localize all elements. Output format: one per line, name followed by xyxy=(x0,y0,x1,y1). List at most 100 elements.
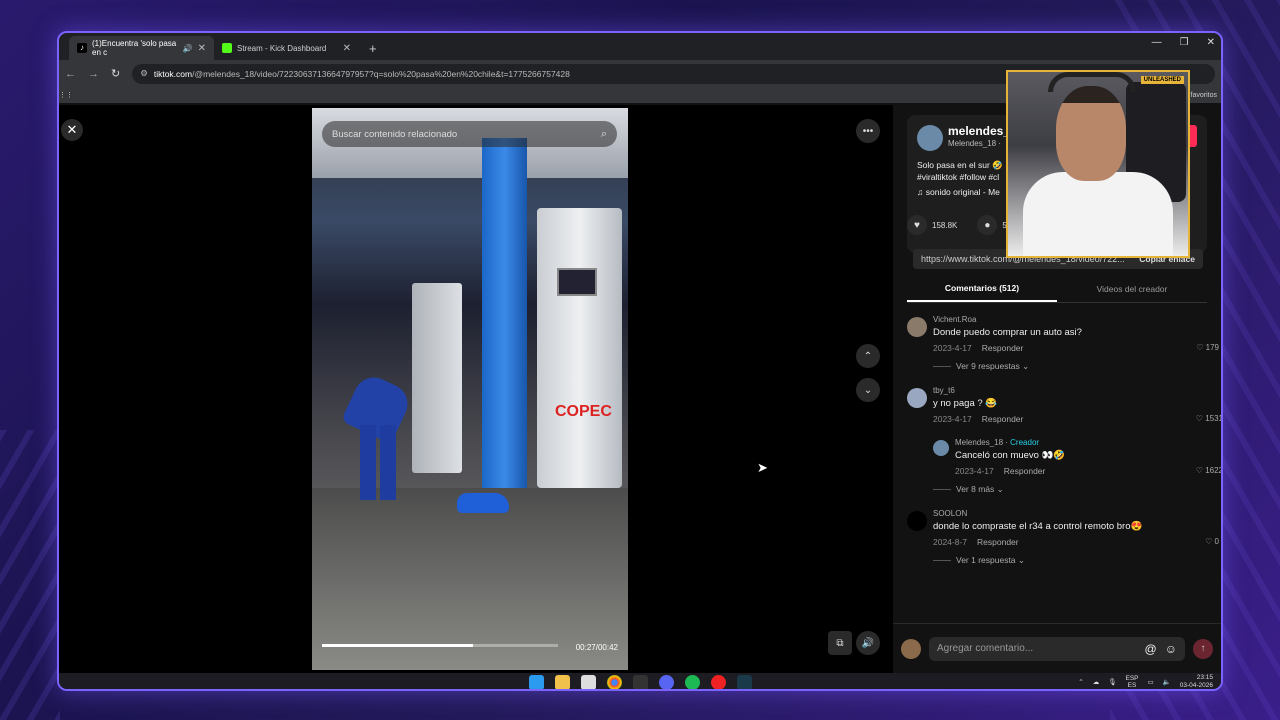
search-icon[interactable]: ⌕ xyxy=(601,128,607,141)
tab-tiktok[interactable]: ♪ (1)Encuentra 'solo pasa en c 🔊 ✕ xyxy=(69,36,214,60)
reply-button[interactable]: Responder xyxy=(1004,466,1046,476)
speaker-icon[interactable]: 🔊 xyxy=(183,44,193,53)
comment-meta: 2023-4-17 Responder xyxy=(933,343,1219,353)
comment-placeholder: Agregar comentario... xyxy=(937,643,1034,654)
comment-likes[interactable]: ♡ 0 xyxy=(1205,537,1219,546)
obs-icon[interactable] xyxy=(632,674,648,689)
video-player[interactable]: COPEC Buscar contenido relacionado ⌕ 00:… xyxy=(312,108,628,670)
reply-item: Melendes_18 · Creador Canceló con muevo … xyxy=(933,438,1221,476)
comment-likes[interactable]: ♡ 1531 xyxy=(1196,414,1221,423)
music-link[interactable]: ♫ sonido original - Me xyxy=(917,187,1000,197)
comment-item: SOOLON donde lo compraste el r34 a contr… xyxy=(907,509,1219,547)
avatar[interactable] xyxy=(907,317,927,337)
view-replies[interactable]: Ver 9 respuestas ⌄ xyxy=(907,361,1219,372)
close-icon[interactable]: ✕ xyxy=(61,119,83,141)
next-video-icon[interactable]: ⌄ xyxy=(856,378,880,402)
comment-meta: 2023-4-17 Responder xyxy=(955,466,1219,476)
clock[interactable]: 23:15 03-04-2026 xyxy=(1180,674,1213,689)
taskbar-apps xyxy=(528,674,752,689)
view-replies[interactable]: Ver 1 respuesta ⌄ xyxy=(907,555,1219,566)
pump-screen xyxy=(557,268,597,296)
app-icon[interactable] xyxy=(710,674,726,689)
url-host: tiktok.com xyxy=(153,68,193,79)
more-options-icon[interactable]: ••• xyxy=(856,119,880,143)
related-search-placeholder: Buscar contenido relacionado xyxy=(332,128,458,140)
comment-date: 2024-8-7 xyxy=(933,537,968,547)
reply-button[interactable]: Responder xyxy=(982,343,1024,353)
windows-start-icon[interactable] xyxy=(528,674,544,689)
emoji-icon[interactable]: ☺ xyxy=(1165,642,1177,656)
tab-kick-dashboard[interactable]: Stream - Kick Dashboard ✕ xyxy=(214,36,359,60)
microphone-icon[interactable]: 🎙 xyxy=(1108,678,1116,686)
video-progress-bar[interactable] xyxy=(322,644,558,647)
chevron-up-icon[interactable]: ⌃ xyxy=(1078,678,1083,686)
maximize-icon[interactable]: ❐ xyxy=(1180,37,1189,48)
spotify-icon[interactable] xyxy=(684,674,700,689)
discord-icon[interactable] xyxy=(658,674,674,689)
back-icon[interactable]: ← xyxy=(65,68,76,80)
kick-icon xyxy=(222,43,232,53)
language-indicator[interactable]: ESP ES xyxy=(1125,675,1138,689)
forward-icon[interactable]: → xyxy=(88,68,99,80)
close-tab-icon[interactable]: ✕ xyxy=(198,43,206,54)
send-button[interactable]: ↑ xyxy=(1193,638,1213,659)
reload-icon[interactable]: ↻ xyxy=(111,67,120,80)
site-settings-icon[interactable]: ⚙ xyxy=(140,68,148,79)
avatar[interactable] xyxy=(907,511,927,531)
previous-video-icon[interactable]: ⌃ xyxy=(856,344,880,368)
comment-user[interactable]: tby_t6 xyxy=(933,386,1219,395)
bookmarks-folder[interactable]: favoritos xyxy=(1191,92,1217,99)
tab-creator-videos[interactable]: Videos del creador xyxy=(1057,275,1207,302)
volume-icon[interactable]: 🔊 xyxy=(856,631,880,655)
reply-button[interactable]: Responder xyxy=(982,414,1024,424)
close-tab-icon[interactable]: ✕ xyxy=(343,43,351,54)
comment-likes[interactable]: ♡ 179 xyxy=(1196,343,1219,352)
terminal-icon[interactable] xyxy=(736,674,752,689)
file-explorer-icon[interactable] xyxy=(554,674,570,689)
network-icon[interactable]: ▭ xyxy=(1148,678,1154,686)
comment-user[interactable]: Melendes_18 · Creador xyxy=(955,438,1219,447)
store-icon[interactable] xyxy=(580,674,596,689)
author-avatar[interactable] xyxy=(917,125,943,151)
video-attendant xyxy=(340,370,415,500)
reply-button[interactable]: Responder xyxy=(977,537,1019,547)
comment-text: y no paga ? 😂 xyxy=(933,398,998,409)
apps-icon[interactable]: ⋮⋮ xyxy=(59,91,73,99)
video-pump-back xyxy=(412,283,462,473)
like-button[interactable]: ♥ 158.8K xyxy=(907,215,957,235)
video-pillar xyxy=(482,138,527,538)
volume-icon[interactable]: 🔈 xyxy=(1163,678,1171,686)
avatar[interactable] xyxy=(933,440,949,456)
pump-brand: COPEC xyxy=(555,403,612,420)
cloud-icon[interactable]: ☁ xyxy=(1093,678,1100,686)
window-controls: — ❐ ✕ xyxy=(1152,37,1215,48)
tab-label: (1)Encuentra 'solo pasa en c xyxy=(92,39,177,57)
webcam-person-head xyxy=(1056,86,1126,181)
comment-meta: 2024-8-7 Responder xyxy=(933,537,1219,547)
related-search-bar[interactable]: Buscar contenido relacionado ⌕ xyxy=(322,121,617,147)
author-handle: Melendes_18 · xyxy=(948,139,1001,148)
comment-date: 2023-4-17 xyxy=(933,343,972,353)
comment-likes[interactable]: ♡ 1622 xyxy=(1196,466,1221,475)
comment-item: tby_t6 y no paga ? 😂 2023-4-17 Responder … xyxy=(907,386,1221,424)
tab-comments[interactable]: Comentarios (512) xyxy=(907,275,1057,302)
new-tab-icon[interactable]: + xyxy=(369,41,377,56)
chrome-icon[interactable] xyxy=(606,674,622,689)
comment-text: Donde puedo comprar un auto asi? xyxy=(933,327,1082,338)
stream-overlay-decoration-left xyxy=(0,430,60,720)
avatar[interactable] xyxy=(907,388,927,408)
comment-user[interactable]: Vichent.Roa xyxy=(933,315,1219,324)
comment-input[interactable]: Agregar comentario... @ ☺ xyxy=(929,636,1185,661)
video-toy-car xyxy=(457,493,509,513)
close-window-icon[interactable]: ✕ xyxy=(1207,37,1215,48)
pip-icon[interactable]: ⧉ xyxy=(828,631,852,655)
comment-tabs: Comentarios (512) Videos del creador xyxy=(907,275,1207,303)
mention-icon[interactable]: @ xyxy=(1145,642,1157,656)
comment-user[interactable]: SOOLON xyxy=(933,509,1219,518)
webcam-person-shirt xyxy=(1023,172,1173,256)
view-more-replies[interactable]: Ver 8 más ⌄ xyxy=(907,484,1219,495)
webcam-tag: UNLEASHED xyxy=(1140,76,1184,84)
creator-badge: Creador xyxy=(1010,438,1040,447)
minimize-icon[interactable]: — xyxy=(1152,37,1162,48)
avatar xyxy=(901,638,921,659)
